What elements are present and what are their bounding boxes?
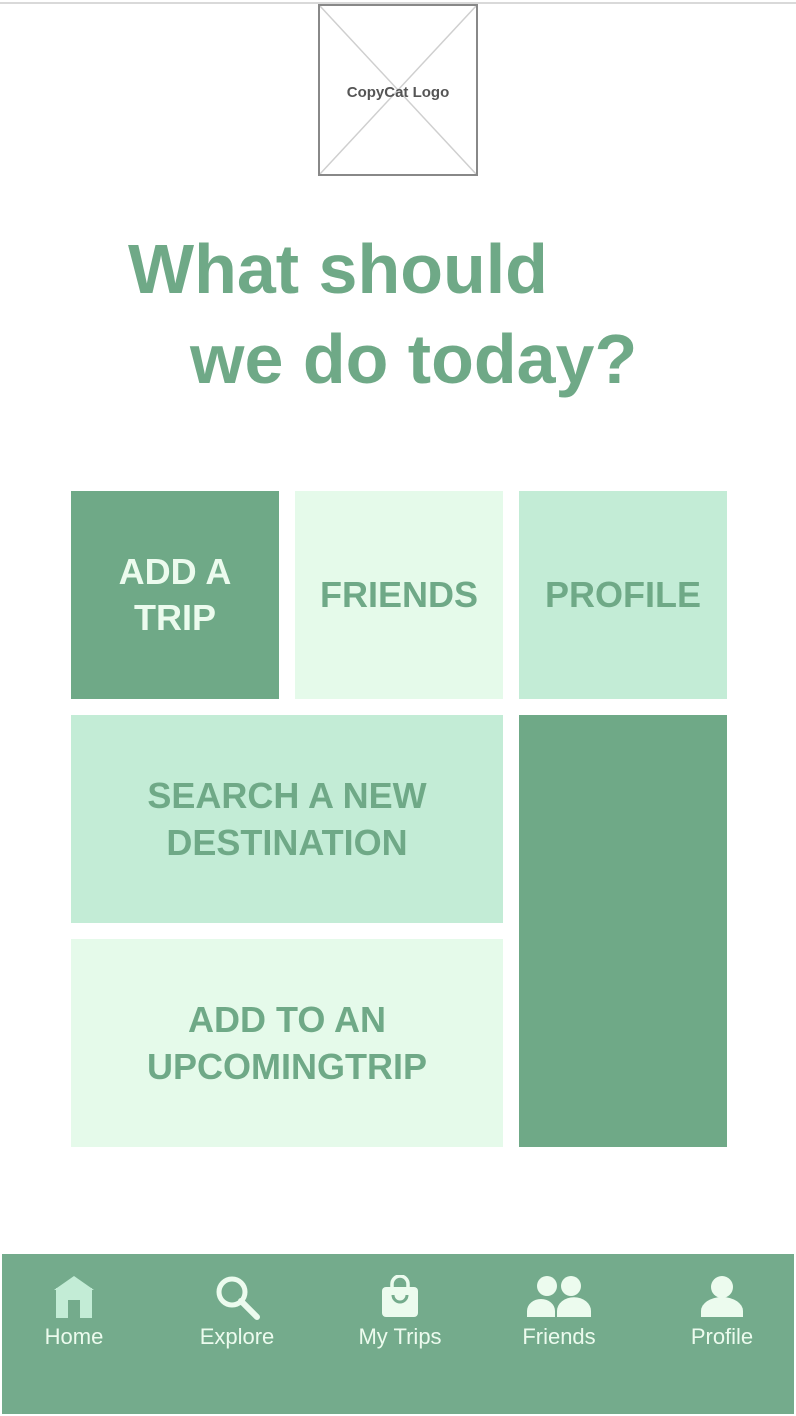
nav-item-my-trips[interactable]: My Trips [340, 1272, 460, 1352]
profile-tile[interactable]: PROFILE [519, 491, 727, 699]
search-destination-label-line-2: DESTINATION [166, 822, 408, 863]
nav-label-profile: Profile [690, 1324, 754, 1349]
add-trip-label-line-2: TRIP [133, 597, 216, 638]
search-destination-tile[interactable]: SEARCH A NEW DESTINATION [71, 715, 503, 923]
friends-tile-label: FRIENDS [319, 574, 478, 615]
nav-item-explore[interactable]: Explore [177, 1272, 297, 1352]
page-title-line-2: we do today? [190, 320, 638, 398]
add-trip-tile[interactable]: ADD A TRIP [71, 491, 279, 699]
nav-label-my-trips: My Trips [358, 1324, 442, 1349]
page-title-line-1: What should [128, 230, 548, 308]
upcoming-trip-label-line-2: UPCOMINGTRIP [146, 1046, 427, 1087]
nav-label-explore: Explore [199, 1324, 275, 1349]
nav-item-profile[interactable]: Profile [662, 1272, 782, 1352]
bottom-nav-bar: Home Explore My Trips Friends Profile [2, 1254, 794, 1414]
shopping-bag-icon [365, 1272, 435, 1322]
nav-item-home[interactable]: Home [14, 1272, 134, 1352]
nav-item-friends[interactable]: Friends [499, 1272, 619, 1352]
search-destination-label-line-1: SEARCH A NEW [147, 775, 427, 816]
blank-feature-tile[interactable] [519, 715, 727, 1147]
nav-label-home: Home [44, 1324, 104, 1349]
person-icon [687, 1272, 757, 1322]
add-to-upcoming-trip-tile[interactable]: ADD TO AN UPCOMINGTRIP [71, 939, 503, 1147]
friends-tile[interactable]: FRIENDS [295, 491, 503, 699]
upcoming-trip-label-line-1: ADD TO AN [187, 999, 386, 1040]
profile-tile-label: PROFILE [544, 574, 701, 615]
nav-label-friends: Friends [522, 1324, 596, 1349]
logo-placeholder: CopyCat Logo [318, 4, 478, 176]
home-icon [39, 1272, 109, 1322]
add-trip-label-line-1: ADD A [118, 551, 232, 592]
logo-label: CopyCat Logo [346, 84, 450, 101]
search-icon [202, 1272, 272, 1322]
people-icon [524, 1272, 594, 1322]
